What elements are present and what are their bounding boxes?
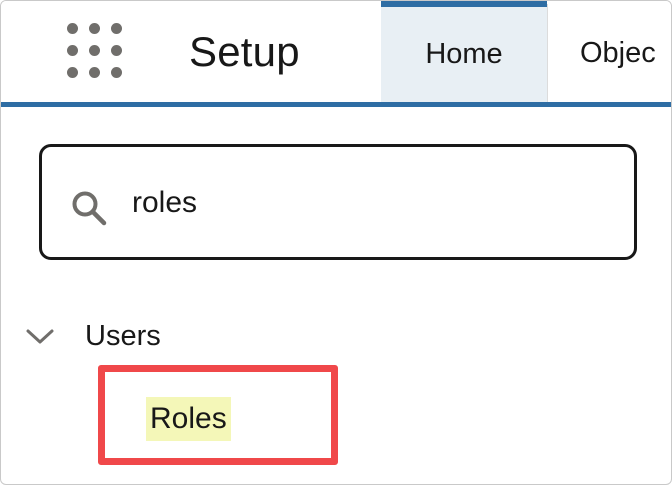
tree-group-label: Users: [85, 320, 161, 352]
tree-item-label: Roles: [146, 397, 231, 441]
grid-dot: [111, 45, 122, 56]
header: Setup Home Objec: [1, 1, 671, 105]
search-value: roles: [132, 186, 198, 219]
tab-home[interactable]: Home: [381, 1, 547, 102]
search-icon: [72, 191, 107, 226]
app-title: Setup: [189, 28, 300, 75]
grid-dot: [67, 67, 78, 78]
chevron-down-icon: [26, 329, 54, 344]
grid-dot: [111, 67, 122, 78]
grid-dot: [89, 45, 100, 56]
grid-dot: [67, 23, 78, 34]
app-launcher-grid-icon[interactable]: [63, 19, 129, 85]
tree-item-roles[interactable]: Roles: [146, 397, 231, 441]
header-accent-bar: [1, 102, 671, 107]
setup-panel: Setup Home Objec roles Users Roles: [0, 0, 672, 485]
quick-find-search-input[interactable]: roles: [39, 144, 637, 260]
grid-dot: [89, 67, 100, 78]
grid-dot: [111, 23, 122, 34]
grid-dot: [89, 23, 100, 34]
tab-object-manager[interactable]: Objec: [580, 4, 656, 102]
tab-divider: [547, 4, 548, 102]
grid-dot: [67, 45, 78, 56]
